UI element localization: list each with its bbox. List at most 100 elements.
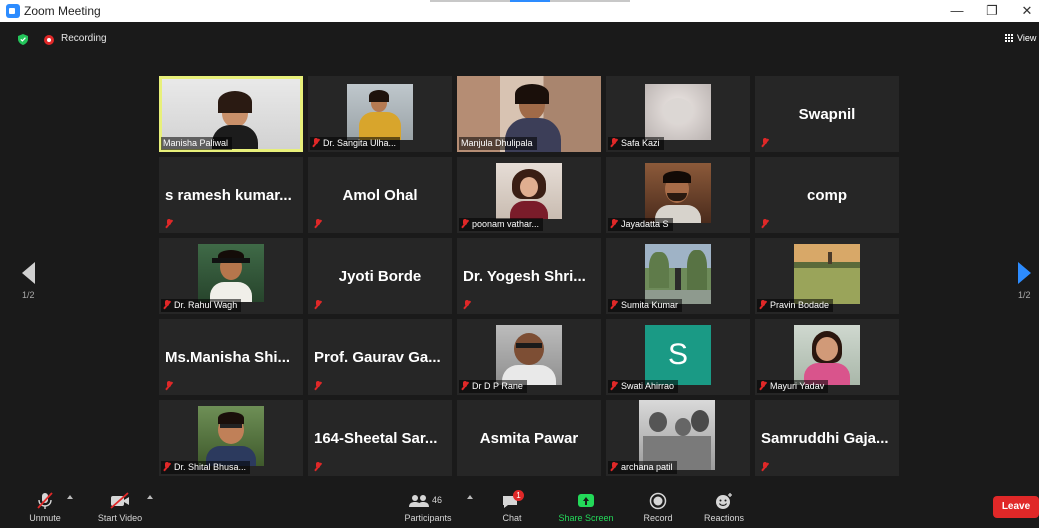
shield-icon[interactable] bbox=[18, 34, 28, 45]
reactions-label: Reactions bbox=[703, 513, 745, 523]
participant-tile[interactable]: Dr D P Rane bbox=[457, 319, 601, 395]
participant-name: Ms.Manisha Shi... bbox=[165, 348, 291, 366]
participant-tile[interactable]: 164-Sheetal Sar... bbox=[308, 400, 452, 476]
window-titlebar: Zoom Meeting — ❐ ✕ bbox=[0, 0, 1039, 22]
participant-name: Manisha Paliwal bbox=[161, 137, 233, 150]
mic-muted-icon bbox=[314, 219, 322, 228]
participant-name: Dr. Rahul Wagh bbox=[174, 300, 238, 310]
chat-badge: 1 bbox=[513, 490, 524, 501]
record-button[interactable]: Record bbox=[638, 488, 678, 528]
unmute-label: Unmute bbox=[29, 513, 61, 523]
start-video-button[interactable]: Start Video bbox=[90, 488, 150, 528]
participant-photo bbox=[639, 400, 715, 470]
participant-name: comp bbox=[806, 186, 847, 204]
participant-tile[interactable]: Amol Ohal bbox=[308, 157, 452, 233]
participant-tile[interactable]: Dr. Yogesh Shri... bbox=[457, 238, 601, 314]
participant-tile[interactable]: Dr. Rahul Wagh bbox=[159, 238, 303, 314]
participant-tile[interactable]: comp bbox=[755, 157, 899, 233]
participant-photo bbox=[496, 325, 562, 385]
audio-options-caret[interactable] bbox=[67, 495, 73, 499]
chat-button[interactable]: 1 Chat bbox=[494, 488, 530, 528]
participant-tile[interactable]: Swapnil bbox=[755, 76, 899, 152]
participant-tile[interactable]: s ramesh kumar... bbox=[159, 157, 303, 233]
participant-name-label: poonam vathar... bbox=[459, 218, 544, 231]
participant-tile[interactable]: Manisha Paliwal bbox=[159, 76, 303, 152]
chat-icon: 1 bbox=[501, 490, 524, 510]
participant-tile[interactable]: Jayadatta S bbox=[606, 157, 750, 233]
recording-label: Recording bbox=[61, 33, 107, 44]
close-button[interactable]: ✕ bbox=[1010, 0, 1039, 22]
participants-button[interactable]: 46 Participants bbox=[396, 488, 460, 528]
participant-photo bbox=[645, 84, 711, 140]
next-page-button[interactable]: 1/2 bbox=[1018, 262, 1031, 300]
participant-tile[interactable]: Mayuri Yadav bbox=[755, 319, 899, 395]
participant-tile[interactable]: poonam vathar... bbox=[457, 157, 601, 233]
participant-photo bbox=[198, 244, 264, 302]
participants-options-caret[interactable] bbox=[467, 495, 473, 499]
mic-muted-icon bbox=[610, 138, 618, 147]
participant-tile[interactable]: Sumita Kumar bbox=[606, 238, 750, 314]
participant-tile[interactable]: S Swati Ahirrao bbox=[606, 319, 750, 395]
participant-tile[interactable]: Dr. Shital Bhusa... bbox=[159, 400, 303, 476]
record-label: Record bbox=[643, 513, 673, 523]
participant-name-label: archana patil bbox=[608, 461, 677, 474]
mic-muted-icon bbox=[610, 219, 618, 228]
reactions-button[interactable]: Reactions bbox=[698, 488, 750, 528]
participant-name: Asmita Pawar bbox=[479, 429, 579, 447]
participant-name: Jayadatta S bbox=[621, 219, 669, 229]
participant-name-label: Safa Kazi bbox=[608, 137, 664, 150]
participant-name-label: Mayuri Yadav bbox=[757, 380, 829, 393]
mic-muted-icon bbox=[314, 381, 322, 390]
participant-tile[interactable]: Asmita Pawar bbox=[457, 400, 601, 476]
previous-page-button[interactable]: 1/2 bbox=[22, 262, 35, 300]
minimize-button[interactable]: — bbox=[940, 0, 974, 22]
video-options-caret[interactable] bbox=[147, 495, 153, 499]
participant-photo bbox=[645, 244, 711, 304]
mic-muted-icon bbox=[165, 381, 173, 390]
tab-indicator-segment bbox=[550, 0, 630, 2]
participants-count: 46 bbox=[432, 495, 443, 505]
leave-button[interactable]: Leave bbox=[993, 496, 1039, 518]
unmute-button[interactable]: Unmute bbox=[22, 488, 68, 528]
participant-tile[interactable]: Safa Kazi bbox=[606, 76, 750, 152]
participant-name-label: Jayadatta S bbox=[608, 218, 673, 231]
participant-photo bbox=[794, 244, 860, 304]
mic-muted-icon bbox=[163, 300, 171, 309]
participant-tile[interactable]: Jyoti Borde bbox=[308, 238, 452, 314]
participant-name: Mayuri Yadav bbox=[770, 381, 825, 391]
participant-tile[interactable]: Pravin Bodade bbox=[755, 238, 899, 314]
meeting-toolbar: Unmute Start Video 46 Participants 1 Cha… bbox=[0, 488, 1039, 528]
tab-indicator-active-segment bbox=[510, 0, 550, 2]
emoji-add-icon bbox=[716, 493, 732, 509]
chevron-left-icon bbox=[22, 262, 35, 284]
participant-name: Samruddhi Gaja... bbox=[761, 429, 889, 447]
arrow-up-icon bbox=[583, 497, 589, 505]
participant-tile[interactable]: Dr. Sangita Ulha... bbox=[308, 76, 452, 152]
mic-muted-icon bbox=[761, 462, 769, 471]
participant-tile[interactable]: archana patil bbox=[606, 400, 750, 476]
participant-name: 164-Sheetal Sar... bbox=[314, 429, 438, 447]
mic-muted-icon bbox=[314, 462, 322, 471]
video-off-icon bbox=[110, 492, 129, 509]
participant-tile[interactable]: Prof. Gaurav Ga... bbox=[308, 319, 452, 395]
chevron-right-icon bbox=[1018, 262, 1031, 284]
view-label: View bbox=[1017, 33, 1037, 43]
view-button[interactable]: View bbox=[1005, 33, 1036, 43]
share-screen-icon bbox=[576, 492, 596, 510]
tab-indicator-segment bbox=[430, 0, 510, 2]
chat-label: Chat bbox=[502, 513, 522, 523]
participant-name-label: Dr D P Rane bbox=[459, 380, 527, 393]
participant-tile[interactable]: Samruddhi Gaja... bbox=[755, 400, 899, 476]
participant-name: Safa Kazi bbox=[621, 138, 660, 148]
mic-muted-icon bbox=[761, 219, 769, 228]
participant-name-label: Dr. Rahul Wagh bbox=[161, 299, 242, 312]
share-screen-button[interactable]: Share Screen bbox=[552, 488, 620, 528]
mic-muted-icon bbox=[759, 381, 767, 390]
restore-button[interactable]: ❐ bbox=[975, 0, 1009, 22]
record-icon bbox=[649, 492, 667, 510]
participant-tile[interactable]: Ms.Manisha Shi... bbox=[159, 319, 303, 395]
participant-name: Dr. Shital Bhusa... bbox=[174, 462, 247, 472]
mic-muted-icon bbox=[610, 462, 618, 471]
participant-tile[interactable]: Manjula Dhulipala bbox=[457, 76, 601, 152]
participant-name-label: Pravin Bodade bbox=[757, 299, 834, 312]
